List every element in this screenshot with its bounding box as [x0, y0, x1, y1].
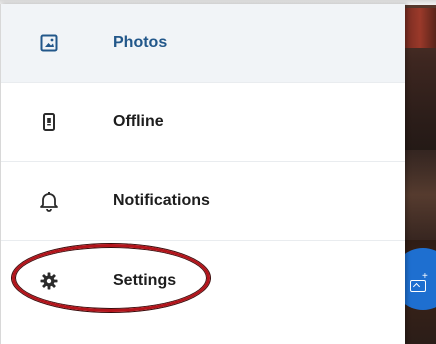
photo-icon: [37, 31, 61, 55]
offline-device-icon: [37, 110, 61, 134]
gear-icon: [37, 269, 61, 293]
drawer-item-photos[interactable]: Photos: [1, 4, 405, 83]
drawer-item-label: Photos: [113, 34, 168, 51]
navigation-drawer: Photos Offline Notifications Settings: [0, 4, 405, 344]
drawer-item-label: Offline: [113, 113, 164, 130]
drawer-item-notifications[interactable]: Notifications: [1, 162, 405, 241]
screenshot-frame: + Photos Offline Notifications Settings: [0, 0, 436, 344]
drawer-item-label: Settings: [113, 271, 177, 289]
background-image-top: [404, 8, 436, 48]
bell-icon: [37, 189, 61, 213]
drawer-item-offline[interactable]: Offline: [1, 83, 405, 162]
plus-icon: +: [422, 271, 428, 282]
drawer-item-label: Notifications: [113, 192, 210, 209]
background-image-middle: [404, 150, 436, 240]
drawer-item-settings[interactable]: Settings: [1, 241, 405, 320]
